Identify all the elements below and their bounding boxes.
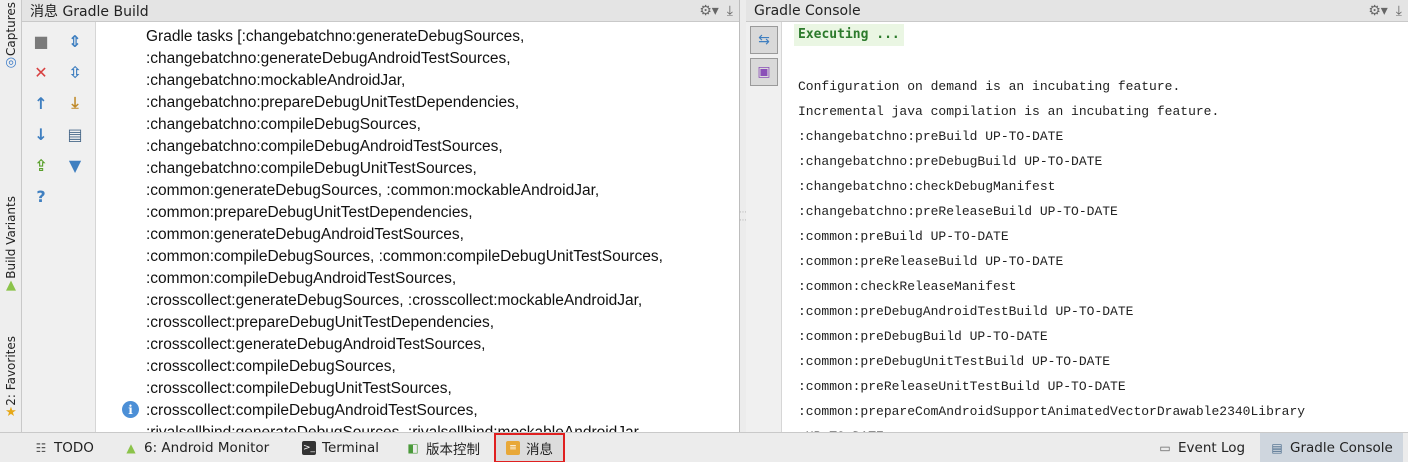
clear-console-icon[interactable]: ▣ xyxy=(750,58,778,86)
console-line: :common:preBuild UP-TO-DATE xyxy=(798,229,1009,244)
tab-messages[interactable]: ≡ 消息 xyxy=(494,433,565,462)
console-line: :changebatchno:preDebugBuild UP-TO-DATE xyxy=(798,154,1103,169)
left-tool-strip: Captures ◎ Build Variants ▲ 2: Favorites… xyxy=(0,0,22,432)
preview-icon[interactable]: ▤ xyxy=(64,123,86,145)
download-icon[interactable]: ⤓ xyxy=(64,92,86,114)
todo-icon: ☷ xyxy=(35,441,47,455)
tab-version-control-label: 版本控制 xyxy=(426,442,480,458)
tab-event-log[interactable]: ▭ Event Log xyxy=(1158,433,1245,462)
terminal-icon: >_ xyxy=(302,441,316,455)
arrow-down-icon[interactable]: ↓ xyxy=(30,123,52,145)
console-toolbar: ⇆ ▣ xyxy=(746,22,782,432)
message-line: :common:generateDebugSources, :common:mo… xyxy=(146,182,600,199)
tab-messages-label: 消息 xyxy=(526,442,553,458)
tab-gradle-console[interactable]: ▤ Gradle Console xyxy=(1260,433,1403,462)
message-line: :crosscollect:compileDebugUnitTestSource… xyxy=(146,380,452,397)
event-log-icon: ▭ xyxy=(1159,441,1171,455)
console-content: Executing ... Configuration on demand is… xyxy=(782,22,1408,432)
help-icon[interactable]: ? xyxy=(30,185,52,207)
message-line: :common:prepareDebugUnitTestDependencies… xyxy=(146,204,473,221)
message-line: :crosscollect:prepareDebugUnitTestDepend… xyxy=(146,314,495,331)
console-line: :common:preDebugAndroidTestBuild UP-TO-D… xyxy=(798,304,1134,319)
message-line: :crosscollect:generateDebugAndroidTestSo… xyxy=(146,336,486,353)
console-line: :changebatchno:preBuild UP-TO-DATE xyxy=(798,129,1064,144)
console-line: :changebatchno:checkDebugManifest xyxy=(798,179,1056,194)
collapse-all-icon[interactable]: ⇳ xyxy=(64,61,86,83)
console-line: UP-TO-DATE xyxy=(798,424,1305,432)
info-icon: i xyxy=(122,401,139,418)
message-line: :crosscollect:compileDebugSources, xyxy=(146,358,396,375)
messages-toolbar: ■ ⇕ ✕ ⇳ ↑ ⤓ ↓ ▤ ⇪ ▼ ? xyxy=(22,22,96,432)
gear-icon[interactable]: ⚙▾ xyxy=(1368,3,1388,19)
executing-status: Executing ... xyxy=(794,24,904,46)
tab-todo[interactable]: ☷ TODO xyxy=(34,433,94,462)
message-line: :changebatchno:compileDebugUnitTestSourc… xyxy=(146,160,477,177)
gradle-console-icon: ▤ xyxy=(1271,441,1283,455)
captures-icon: ◎ xyxy=(5,54,17,70)
close-icon[interactable]: ✕ xyxy=(30,61,52,83)
tab-todo-label: TODO xyxy=(54,440,94,456)
console-line: :common:preDebugUnitTestBuild UP-TO-DATE xyxy=(798,354,1111,369)
version-control-icon: ◧ xyxy=(407,441,419,455)
expand-all-icon[interactable]: ⇕ xyxy=(64,30,86,52)
tab-event-log-label: Event Log xyxy=(1178,440,1246,456)
tab-android-monitor[interactable]: ▲ 6: Android Monitor xyxy=(124,433,269,462)
console-line: :common:preReleaseUnitTestBuild UP-TO-DA… xyxy=(798,379,1126,394)
console-line: :common:checkReleaseManifest xyxy=(798,279,1017,294)
tab-terminal[interactable]: >_ Terminal xyxy=(302,433,379,462)
message-line: :common:generateDebugAndroidTestSources, xyxy=(146,226,464,243)
build-variants-label: Build Variants xyxy=(4,196,18,279)
message-line: Gradle tasks [:changebatchno:generateDeb… xyxy=(146,28,525,45)
console-line: :common:preDebugBuild UP-TO-DATE xyxy=(798,329,1048,344)
build-variants-tab[interactable]: Build Variants ▲ xyxy=(0,196,22,293)
message-line: :changebatchno:compileDebugAndroidTestSo… xyxy=(146,138,503,155)
console-output: Configuration on demand is an incubating… xyxy=(798,74,1305,432)
console-panel-header: Gradle Console ⚙▾ ⤓ xyxy=(746,0,1408,22)
console-line: :common:prepareComAndroidSupportAnimated… xyxy=(798,404,1306,419)
messages-panel: 消息 Gradle Build ⚙▾ ⤓ ■ ⇕ ✕ ⇳ ↑ ⤓ ↓ ▤ ⇪ ▼… xyxy=(22,0,740,432)
message-line: :common:compileDebugSources, :common:com… xyxy=(146,248,663,265)
console-panel-title: Gradle Console xyxy=(754,2,861,19)
message-line: :crosscollect:generateDebugSources, :cro… xyxy=(146,292,643,309)
console-line: Configuration on demand is an incubating… xyxy=(798,79,1181,94)
messages-content: i Gradle tasks [:changebatchno:generateD… xyxy=(96,22,739,432)
favorites-label: 2: Favorites xyxy=(4,336,18,406)
messages-icon: ≡ xyxy=(506,441,520,455)
messages-panel-title: 消息 Gradle Build xyxy=(30,3,149,20)
export-icon[interactable]: ⇪ xyxy=(30,154,52,176)
message-line: :rivalsellbind:generateDebugSources, :ri… xyxy=(146,422,663,432)
favorites-tab[interactable]: 2: Favorites ★ xyxy=(0,336,22,420)
star-icon: ★ xyxy=(5,404,17,420)
stop-icon[interactable]: ■ xyxy=(30,30,52,52)
console-line: :changebatchno:preReleaseBuild UP-TO-DAT… xyxy=(798,204,1118,219)
pin-icon[interactable]: ⤓ xyxy=(1396,3,1402,19)
arrow-up-icon[interactable]: ↑ xyxy=(30,92,52,114)
message-line: :changebatchno:prepareDebugUnitTestDepen… xyxy=(146,94,520,111)
message-line: :changebatchno:generateDebugAndroidTestS… xyxy=(146,50,511,67)
message-text: Gradle tasks [:changebatchno:generateDeb… xyxy=(146,26,663,432)
message-line: :crosscollect:compileDebugAndroidTestSou… xyxy=(146,402,478,419)
tab-gradle-console-label: Gradle Console xyxy=(1290,440,1393,456)
messages-panel-header: 消息 Gradle Build ⚙▾ ⤓ xyxy=(22,0,739,22)
bottom-tool-bar: ☷ TODO ▲ 6: Android Monitor >_ Terminal … xyxy=(0,432,1408,462)
gear-icon[interactable]: ⚙▾ xyxy=(699,3,719,19)
tab-android-monitor-label: 6: Android Monitor xyxy=(144,440,270,456)
captures-tab[interactable]: Captures ◎ xyxy=(0,2,22,70)
filter-icon[interactable]: ▼ xyxy=(64,154,86,176)
message-line: :changebatchno:mockableAndroidJar, xyxy=(146,72,406,89)
tab-terminal-label: Terminal xyxy=(322,440,380,456)
pin-icon[interactable]: ⤓ xyxy=(727,3,733,19)
console-line: :common:preReleaseBuild UP-TO-DATE xyxy=(798,254,1064,269)
tab-version-control[interactable]: ◧ 版本控制 xyxy=(406,433,480,462)
android-icon: ▲ xyxy=(126,441,136,455)
captures-label: Captures xyxy=(4,2,18,56)
message-line: :changebatchno:compileDebugSources, xyxy=(146,116,421,133)
android-icon: ▲ xyxy=(6,277,16,293)
console-line: Incremental java compilation is an incub… xyxy=(798,104,1220,119)
toggle-view-icon[interactable]: ⇆ xyxy=(750,26,778,54)
gradle-console-panel: Gradle Console ⚙▾ ⤓ ⇆ ▣ Executing ... Co… xyxy=(746,0,1408,432)
message-line: :common:compileDebugAndroidTestSources, xyxy=(146,270,457,287)
